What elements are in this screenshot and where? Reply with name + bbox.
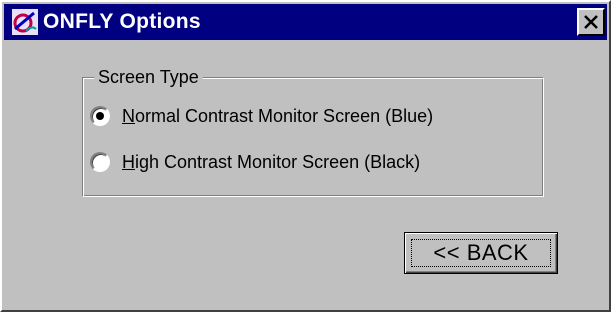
normal-contrast-text: ormal Contrast Monitor Screen (Blue) xyxy=(135,106,434,126)
normal-contrast-option[interactable]: Normal Contrast Monitor Screen (Blue) xyxy=(90,103,433,129)
screen-type-groupbox xyxy=(82,77,544,197)
high-contrast-radio[interactable] xyxy=(90,152,110,172)
radio-selected-dot xyxy=(96,112,104,120)
back-button[interactable]: << BACK xyxy=(404,232,558,274)
close-button[interactable] xyxy=(577,8,605,36)
screen-type-legend: Screen Type xyxy=(94,66,203,88)
normal-contrast-label[interactable]: Normal Contrast Monitor Screen (Blue) xyxy=(122,105,433,127)
high-contrast-label[interactable]: High Contrast Monitor Screen (Black) xyxy=(122,151,420,173)
normal-contrast-radio[interactable] xyxy=(90,106,110,126)
back-button-label: << BACK xyxy=(433,240,529,265)
high-contrast-text: igh Contrast Monitor Screen (Black) xyxy=(135,152,421,172)
mnemonic-n: N xyxy=(122,106,135,126)
onfly-app-icon xyxy=(12,9,38,35)
onfly-options-window: ONFLY Options Screen Type Normal Contras… xyxy=(0,0,611,312)
window-title: ONFLY Options xyxy=(43,10,201,33)
title-bar[interactable]: ONFLY Options xyxy=(4,4,607,40)
close-x-icon xyxy=(584,15,598,29)
mnemonic-h: H xyxy=(122,152,135,172)
high-contrast-option[interactable]: High Contrast Monitor Screen (Black) xyxy=(90,149,420,175)
